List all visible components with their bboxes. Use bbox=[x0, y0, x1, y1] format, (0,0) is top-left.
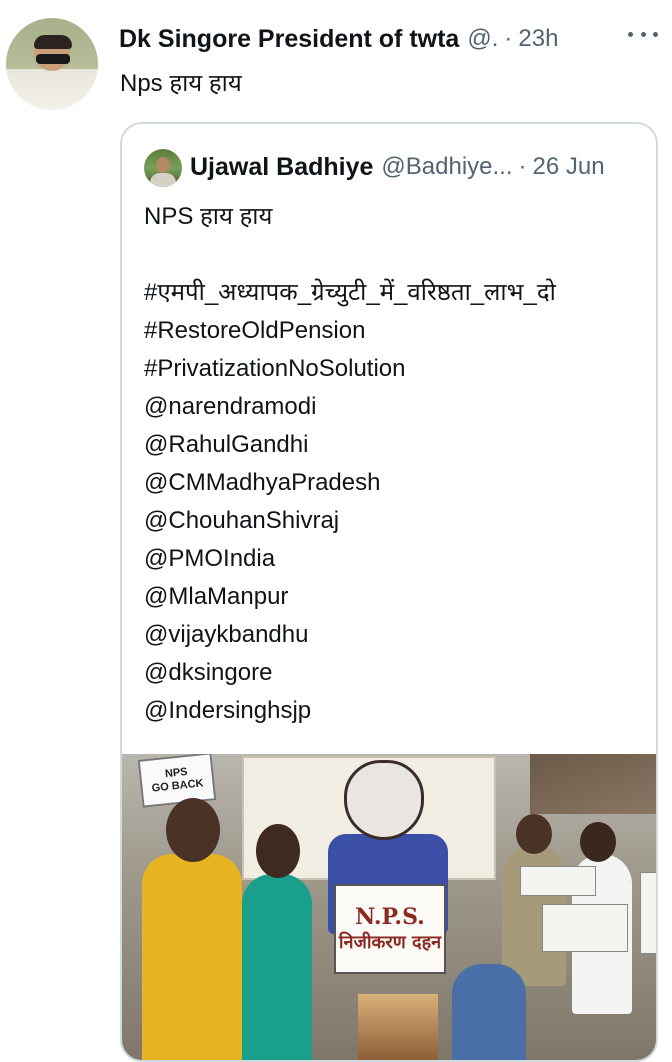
tweet[interactable]: Dk Singore President of twta @. · 23h Np… bbox=[0, 0, 672, 1062]
header-separator: · bbox=[504, 25, 513, 52]
protester bbox=[142, 854, 242, 1060]
quoted-tweet-text: NPS हाय हाय #एमपी_अध्यापक_ग्रेच्युटी_में… bbox=[144, 198, 646, 730]
quoted-author-handle[interactable]: @Badhiye... bbox=[381, 153, 512, 181]
protester bbox=[452, 964, 526, 1060]
photo-roof bbox=[530, 754, 656, 814]
mention-link[interactable]: @ChouhanShivraj bbox=[144, 502, 646, 540]
more-dot bbox=[653, 31, 658, 37]
protester-head bbox=[256, 824, 300, 878]
mention-link[interactable]: @PMOIndia bbox=[144, 540, 646, 578]
hashtag-link[interactable]: #RestoreOldPension bbox=[144, 312, 646, 350]
quoted-author-display-name[interactable]: Ujawal Badhiye bbox=[190, 153, 373, 182]
avatar-body bbox=[150, 173, 176, 187]
text-line: NPS हाय हाय bbox=[144, 203, 273, 230]
header-separator: · bbox=[518, 153, 527, 180]
protester-head bbox=[166, 798, 220, 862]
protester bbox=[242, 874, 312, 1060]
placard bbox=[542, 904, 628, 952]
more-dot bbox=[640, 31, 646, 37]
effigy-head bbox=[344, 760, 424, 840]
author-display-name[interactable]: Dk Singore President of twta bbox=[119, 25, 459, 54]
sign-text: N.P.S. bbox=[355, 904, 425, 930]
placard-text: GO BACK bbox=[151, 777, 205, 795]
quoted-tweet-photo[interactable]: NPS GO BACK N.P.S. निजीकरण दहन bbox=[122, 754, 656, 1060]
protester-head bbox=[516, 814, 552, 854]
nps-sign: N.P.S. निजीकरण दहन bbox=[334, 884, 446, 974]
quoted-tweet-timestamp[interactable]: 26 Jun bbox=[533, 153, 605, 181]
go-back-placard: NPS GO BACK bbox=[137, 754, 217, 808]
mention-link[interactable]: @RahulGandhi bbox=[144, 426, 646, 464]
mention-link[interactable]: @narendramodi bbox=[144, 388, 646, 426]
hashtag-link[interactable]: #एमपी_अध्यापक_ग्रेच्युटी_में_वरिष्ठता_ला… bbox=[144, 274, 646, 312]
placard bbox=[640, 872, 656, 954]
avatar-hair bbox=[34, 35, 72, 49]
quoted-tweet-header: Ujawal Badhiye @Badhiye... · 26 Jun bbox=[190, 150, 636, 184]
sign-text: निजीकरण दहन bbox=[338, 932, 442, 953]
protester-head bbox=[580, 822, 616, 862]
avatar-face bbox=[156, 157, 170, 173]
more-horizontal-icon[interactable] bbox=[628, 28, 658, 40]
pyre bbox=[358, 994, 438, 1060]
more-dot bbox=[628, 31, 633, 37]
mention-link[interactable]: @CMMadhyaPradesh bbox=[144, 464, 646, 502]
tweet-header: Dk Singore President of twta @. · 23h bbox=[119, 22, 660, 56]
author-avatar[interactable] bbox=[6, 18, 98, 110]
hashtag-link[interactable]: #PrivatizationNoSolution bbox=[144, 350, 646, 388]
quoted-tweet[interactable]: Ujawal Badhiye @Badhiye... · 26 Jun NPS … bbox=[120, 122, 658, 1062]
tweet-text: Nps हाय हाय bbox=[120, 70, 242, 97]
tweet-timestamp[interactable]: 23h bbox=[518, 25, 558, 53]
quoted-author-avatar[interactable] bbox=[144, 149, 182, 187]
avatar-glasses bbox=[36, 54, 70, 64]
mention-link[interactable]: @MlaManpur bbox=[144, 578, 646, 616]
placard bbox=[520, 866, 596, 896]
mention-link[interactable]: @Indersinghsjp bbox=[144, 692, 646, 730]
mention-link[interactable]: @dksingore bbox=[144, 654, 646, 692]
mention-link[interactable]: @vijaykbandhu bbox=[144, 616, 646, 654]
author-handle[interactable]: @. bbox=[467, 25, 498, 53]
